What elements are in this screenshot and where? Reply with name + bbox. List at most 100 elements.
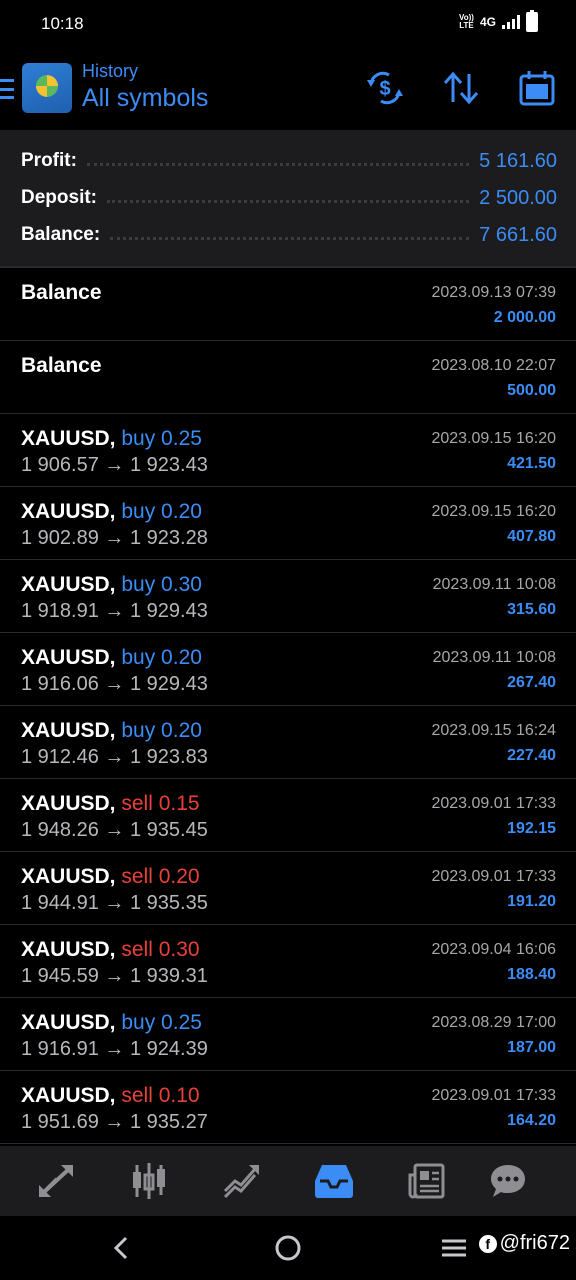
list-item[interactable]: XAUUSD, buy 0.20 1 902.89 → 1 923.28 202… — [0, 487, 576, 560]
entry-symbol: XAUUSD, buy 0.20 — [21, 719, 202, 743]
entry-profit: 421.50 — [507, 455, 556, 472]
entry-date: 2023.09.11 10:08 — [432, 576, 556, 593]
list-item[interactable]: XAUUSD, buy 0.20 1 916.06 → 1 929.43 202… — [0, 633, 576, 706]
status-icons: Vo)) LTE 4G — [459, 10, 538, 32]
entry-prices: 1 916.06 → 1 929.43 — [21, 673, 208, 695]
deal-type: buy 0.20 — [121, 500, 202, 523]
entry-symbol: XAUUSD, buy 0.20 — [21, 646, 202, 670]
summary-row-balance: Balance: 7 661.60 — [21, 220, 557, 250]
nav-messages[interactable] — [485, 1158, 531, 1204]
entry-prices: 1 902.89 → 1 923.28 — [21, 527, 208, 549]
entry-symbol: XAUUSD, buy 0.20 — [21, 500, 202, 524]
summary-value: 5 161.60 — [479, 149, 557, 172]
entry-profit: 227.40 — [507, 747, 556, 764]
summary-value: 7 661.60 — [479, 223, 557, 246]
list-item[interactable]: Balance 2023.09.13 07:39 2 000.00 — [0, 268, 576, 341]
entry-profit: 164.20 — [507, 1112, 556, 1129]
nav-chart[interactable] — [126, 1158, 172, 1204]
entry-prices: 1 948.26 → 1 935.45 — [21, 819, 208, 841]
list-item[interactable]: XAUUSD, sell 0.30 1 945.59 → 1 939.31 20… — [0, 925, 576, 998]
entry-prices: 1 918.91 → 1 929.43 — [21, 600, 208, 622]
bottom-nav — [0, 1146, 576, 1216]
network-type: 4G — [479, 15, 496, 29]
deal-type: sell 0.10 — [121, 1084, 200, 1107]
entry-date: 2023.09.15 16:24 — [431, 722, 556, 739]
sort-arrows-icon — [443, 71, 479, 105]
symbol-name: XAUUSD, — [21, 500, 116, 523]
summary-panel: Profit: 5 161.60 Deposit: 2 500.00 Balan… — [0, 130, 576, 266]
list-item[interactable]: Balance 2023.08.10 22:07 500.00 — [0, 341, 576, 414]
list-item[interactable]: XAUUSD, buy 0.20 1 912.46 → 1 923.83 202… — [0, 706, 576, 779]
deal-type: buy 0.25 — [121, 427, 202, 450]
facebook-icon: f — [478, 1234, 497, 1253]
app-logo — [22, 63, 72, 113]
entry-prices: 1 906.57 → 1 923.43 — [21, 454, 208, 476]
summary-value: 2 500.00 — [479, 186, 557, 209]
back-button[interactable] — [104, 1230, 140, 1266]
entry-prices: 1 916.91 → 1 924.39 — [21, 1038, 208, 1060]
entry-profit: 267.40 — [507, 674, 556, 691]
list-item[interactable]: XAUUSD, buy 0.30 1 918.91 → 1 929.43 202… — [0, 560, 576, 633]
header-titles: History All symbols — [82, 61, 208, 113]
list-item[interactable]: XAUUSD, buy 0.25 1 906.57 → 1 923.43 202… — [0, 414, 576, 487]
back-icon — [113, 1236, 128, 1260]
entry-symbol: XAUUSD, sell 0.20 — [21, 865, 200, 889]
recents-icon — [442, 1239, 466, 1257]
entry-symbol: Balance — [21, 354, 102, 377]
history-list[interactable]: Balance 2023.09.13 07:39 2 000.00 Balanc… — [0, 268, 576, 1144]
entry-date: 2023.09.15 16:20 — [431, 430, 556, 447]
deal-type: sell 0.15 — [121, 792, 200, 815]
nav-quotes[interactable] — [34, 1158, 80, 1204]
entry-date: 2023.09.15 16:20 — [431, 503, 556, 520]
app-bar: History All symbols $ — [0, 48, 576, 130]
news-icon — [408, 1163, 445, 1199]
dotted-leader — [110, 236, 470, 240]
entry-symbol: XAUUSD, sell 0.10 — [21, 1084, 200, 1108]
deal-type: buy 0.20 — [121, 719, 202, 742]
volte-icon: Vo)) LTE — [459, 13, 474, 30]
entry-profit: 192.15 — [507, 820, 556, 837]
summary-label: Profit: — [21, 150, 77, 171]
entry-date: 2023.09.01 17:33 — [431, 795, 556, 812]
calendar-icon — [519, 71, 555, 106]
quotes-icon — [39, 1165, 73, 1197]
symbol-name: XAUUSD, — [21, 792, 116, 815]
deal-type: sell 0.30 — [121, 938, 200, 961]
recents-button[interactable] — [436, 1230, 472, 1266]
period-filter-button[interactable]: $ — [363, 66, 407, 110]
home-icon — [275, 1235, 301, 1261]
deal-type: buy 0.25 — [121, 1011, 202, 1034]
symbol-name: XAUUSD, — [21, 865, 116, 888]
battery-icon — [526, 10, 538, 32]
sort-button[interactable] — [439, 66, 483, 110]
symbol-selector[interactable]: All symbols — [82, 84, 208, 113]
entry-profit: 2 000.00 — [493, 309, 556, 326]
header-subtitle: History — [82, 61, 139, 81]
nav-history[interactable] — [311, 1158, 357, 1204]
list-item[interactable]: XAUUSD, sell 0.15 1 948.26 → 1 935.45 20… — [0, 779, 576, 852]
symbol-name: XAUUSD, — [21, 1084, 116, 1107]
system-nav-bar: f @fri672 — [0, 1216, 576, 1280]
summary-row-deposit: Deposit: 2 500.00 — [21, 183, 557, 213]
chart-icon — [133, 1163, 165, 1199]
list-item[interactable]: XAUUSD, buy 0.25 1 916.91 → 1 924.39 202… — [0, 998, 576, 1071]
entry-profit: 315.60 — [507, 601, 556, 618]
dotted-leader — [107, 199, 470, 203]
list-item[interactable]: XAUUSD, sell 0.20 1 944.91 → 1 935.35 20… — [0, 852, 576, 925]
status-bar: 10:18 Vo)) LTE 4G — [0, 0, 576, 48]
entry-date: 2023.09.13 07:39 — [431, 284, 556, 301]
deal-type: buy 0.30 — [121, 573, 202, 596]
summary-label: Deposit: — [21, 187, 97, 208]
nav-news[interactable] — [404, 1158, 450, 1204]
entry-date: 2023.09.01 17:33 — [431, 868, 556, 885]
list-item[interactable]: XAUUSD, sell 0.10 1 951.69 → 1 935.27 20… — [0, 1071, 576, 1144]
home-button[interactable] — [270, 1230, 306, 1266]
watermark: f @fri672 — [478, 1232, 570, 1255]
entry-date: 2023.08.29 17:00 — [431, 1014, 556, 1031]
nav-trade[interactable] — [218, 1158, 264, 1204]
menu-icon[interactable] — [0, 79, 14, 99]
dollar-refresh-icon: $ — [367, 71, 403, 105]
symbol-name: XAUUSD, — [21, 938, 116, 961]
trade-icon — [223, 1165, 259, 1199]
calendar-button[interactable] — [515, 66, 559, 110]
